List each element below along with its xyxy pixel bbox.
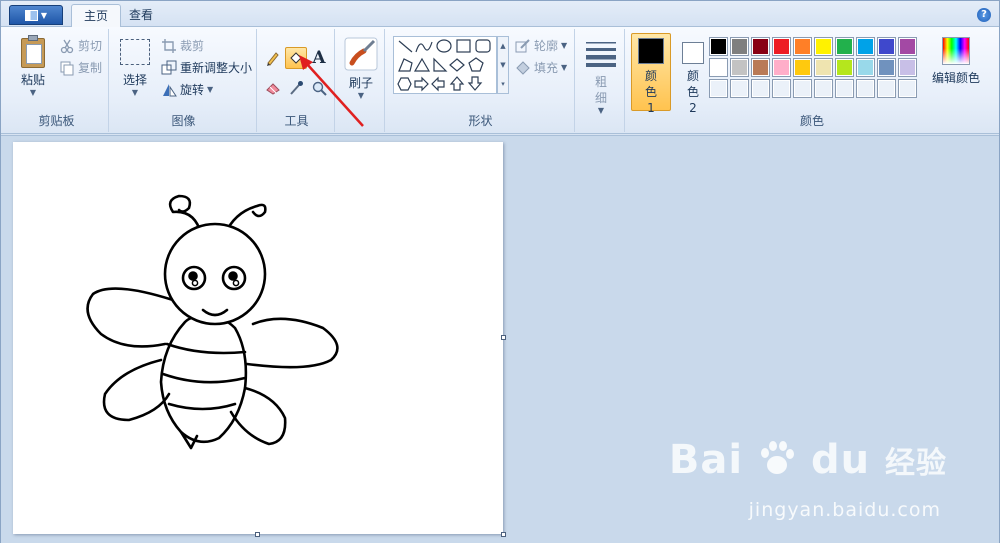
baidu-watermark-logo: Bai du 经验 bbox=[668, 437, 947, 483]
paint-window: ▼ 主页 查看 ? 粘贴 ▼ 剪切 复制 剪贴板 选择 ▼ 裁剪 重新调整大小 … bbox=[0, 0, 1000, 543]
workspace: Bai du 经验 jingyan.baidu.com bbox=[1, 55, 999, 543]
baidu-watermark-url: jingyan.baidu.com bbox=[748, 499, 941, 521]
paw-icon bbox=[761, 441, 795, 474]
